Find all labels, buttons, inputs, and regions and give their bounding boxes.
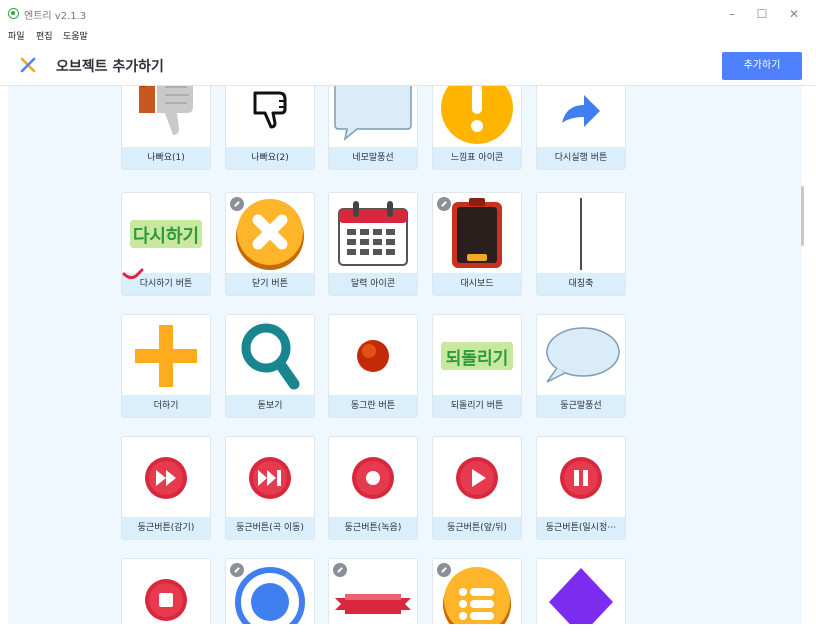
menu-file[interactable]: 파일 <box>8 29 25 42</box>
retry-text: 다시하기 <box>133 226 199 247</box>
object-label: 둥근버튼(일시정⋯ <box>537 517 625 539</box>
play-icon <box>433 437 521 519</box>
object-card[interactable] <box>328 558 418 624</box>
link-icon <box>230 197 244 211</box>
object-card[interactable] <box>121 558 211 624</box>
object-label: 느낌표 아이콘 <box>433 147 521 169</box>
square-speech-bubble-icon <box>329 86 417 149</box>
window-title: 엔트리 v2.1.3 <box>24 11 87 22</box>
red-check-mark <box>122 268 144 280</box>
thumb-down-photo-icon <box>122 86 210 149</box>
object-label: 둥근버튼(녹음) <box>329 517 417 539</box>
object-card[interactable]: 돋보기 <box>225 314 315 418</box>
object-card[interactable]: 닫기 버튼 <box>225 192 315 296</box>
stop-icon <box>122 559 210 624</box>
object-label: 나빠요(2) <box>226 147 314 169</box>
calendar-icon <box>329 193 417 275</box>
pause-icon <box>537 437 625 519</box>
object-card[interactable]: 달력 아이콘 <box>328 192 418 296</box>
purple-diamond-icon <box>537 559 625 624</box>
object-card[interactable]: 다시실행 버튼 <box>536 86 626 170</box>
object-label: 달력 아이콘 <box>329 273 417 295</box>
object-card[interactable] <box>536 558 626 624</box>
symmetry-line-icon <box>537 193 625 275</box>
thumb-down-outline-icon <box>226 86 314 149</box>
object-card[interactable]: 네모말풍선 <box>328 86 418 170</box>
object-label: 둥근버튼(곡 이동) <box>226 517 314 539</box>
menu-edit[interactable]: 편집 <box>36 29 53 42</box>
object-card[interactable]: 둥근버튼(녹음) <box>328 436 418 540</box>
link-icon <box>333 563 347 577</box>
add-button[interactable]: 추가하기 <box>722 52 802 80</box>
object-label: 동그란 버튼 <box>329 395 417 417</box>
redo-arrow-icon <box>537 86 625 149</box>
retry-text-icon: 다시하기 <box>122 193 210 275</box>
entry-logo-icon <box>8 8 19 19</box>
close-icon[interactable] <box>18 55 38 75</box>
menu-help[interactable]: 도움말 <box>63 29 88 42</box>
object-card[interactable] <box>225 558 315 624</box>
magnifier-icon <box>226 315 314 397</box>
object-card[interactable]: 나빠요(2) <box>225 86 315 170</box>
object-label: 둥근버튼(감기) <box>122 517 210 539</box>
round-speech-bubble-icon <box>537 315 625 397</box>
minimize-icon[interactable]: – <box>722 6 742 22</box>
object-label: 닫기 버튼 <box>226 273 314 295</box>
link-icon <box>437 197 451 211</box>
object-card[interactable]: 대시보드 <box>432 192 522 296</box>
menu-bar: 파일 편집 도움말 <box>0 28 816 44</box>
object-label: 다시실행 버튼 <box>537 147 625 169</box>
object-label: 나빠요(1) <box>122 147 210 169</box>
object-card[interactable]: 동그란 버튼 <box>328 314 418 418</box>
object-label: 되돌리기 버튼 <box>433 395 521 417</box>
record-icon <box>329 437 417 519</box>
fast-forward-icon <box>122 437 210 519</box>
maximize-icon[interactable]: ☐ <box>752 6 772 22</box>
object-label: 둥근버튼(앞/뒤) <box>433 517 521 539</box>
title-bar: 엔트리 v2.1.3 – ☐ ✕ <box>0 0 816 28</box>
object-card[interactable]: 둥근버튼(곡 이동) <box>225 436 315 540</box>
object-label: 둥근말풍선 <box>537 395 625 417</box>
object-label: 돋보기 <box>226 395 314 417</box>
plus-orange-icon <box>122 315 210 397</box>
object-card[interactable]: 느낌표 아이콘 <box>432 86 522 170</box>
object-label: 대칭축 <box>537 273 625 295</box>
object-card[interactable]: 둥근말풍선 <box>536 314 626 418</box>
object-card[interactable]: 둥근버튼(일시정⋯ <box>536 436 626 540</box>
object-card[interactable]: 더하기 <box>121 314 211 418</box>
exclamation-icon <box>433 86 521 149</box>
object-card[interactable]: 대칭축 <box>536 192 626 296</box>
round-red-dot-icon <box>329 315 417 397</box>
object-card[interactable]: 둥근버튼(감기) <box>121 436 211 540</box>
object-label: 네모말풍선 <box>329 147 417 169</box>
undo-text: 되돌리기 <box>446 349 509 369</box>
link-icon <box>230 563 244 577</box>
skip-next-icon <box>226 437 314 519</box>
page-title: 오브젝트 추가하기 <box>56 59 164 75</box>
object-card[interactable]: 되돌리기 되돌리기 버튼 <box>432 314 522 418</box>
link-icon <box>437 563 451 577</box>
close-window-icon[interactable]: ✕ <box>784 6 804 22</box>
object-card[interactable]: 둥근버튼(앞/뒤) <box>432 436 522 540</box>
object-grid: 나빠요(1) 나빠요(2) 네모말풍선 느낌표 아이콘 다시실행 버튼 다시하기… <box>8 86 802 624</box>
dialog-header: 오브젝트 추가하기 추가하기 <box>0 44 816 86</box>
object-card[interactable]: 나빠요(1) <box>121 86 211 170</box>
object-label: 대시보드 <box>433 273 521 295</box>
object-label: 더하기 <box>122 395 210 417</box>
scrollbar-thumb[interactable] <box>801 186 804 246</box>
object-card[interactable] <box>432 558 522 624</box>
undo-text-icon: 되돌리기 <box>433 315 521 397</box>
